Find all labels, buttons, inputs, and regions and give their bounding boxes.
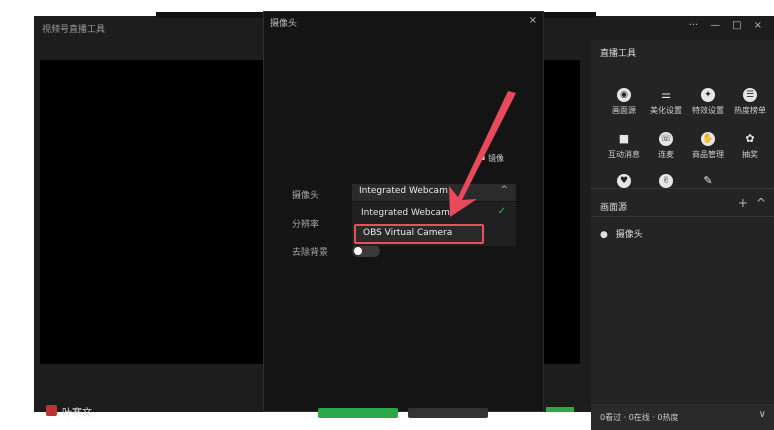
stats-text: 0看过 · 0在线 · 0热度 [600,413,679,422]
annotation-arrow-icon [449,91,516,217]
annotation-arrow-icon [449,91,516,217]
